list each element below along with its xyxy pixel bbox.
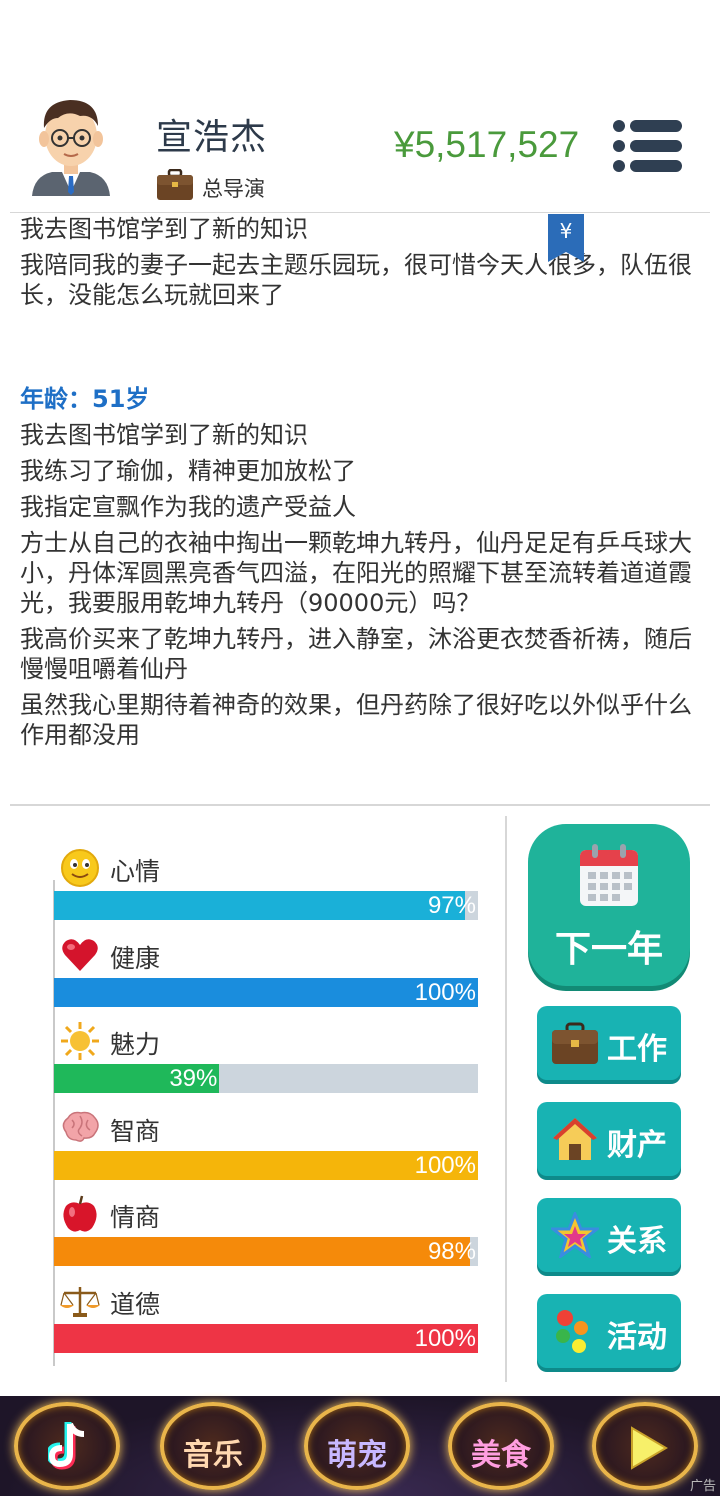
ad-tag: 广告 xyxy=(689,1479,716,1494)
stat-health: 健康 100% xyxy=(54,929,478,1016)
stat-bar-fill xyxy=(54,1237,470,1266)
ad-pets-label: 萌宠 xyxy=(327,1438,387,1473)
next-year-label: 下一年 xyxy=(554,929,663,970)
house-icon xyxy=(553,1118,597,1160)
bookmark-symbol: ¥ xyxy=(560,219,573,243)
stat-mood: 心情 97% xyxy=(54,842,478,929)
panel-divider xyxy=(505,816,507,1382)
stat-label: 魅力 xyxy=(110,1030,161,1059)
brain-icon xyxy=(62,1111,99,1142)
relations-button[interactable]: 关系 xyxy=(537,1198,681,1272)
stat-bar: 100% xyxy=(54,977,478,1007)
log-entry: 我指定宣飘作为我的遗产受益人 xyxy=(20,493,356,521)
stat-percent: 39% xyxy=(169,1065,218,1092)
heart-icon xyxy=(62,938,98,971)
stat-percent: 98% xyxy=(427,1238,476,1265)
play-icon xyxy=(631,1426,668,1470)
stat-bar: 100% xyxy=(54,1150,478,1180)
ad-tiktok-button[interactable] xyxy=(14,1402,120,1490)
job-title: 总导演 xyxy=(202,177,265,201)
stat-morality: 道德 100% xyxy=(54,1275,478,1362)
calendar-icon xyxy=(580,844,638,906)
stat-bar-fill: 39% xyxy=(54,1064,220,1093)
log-divider xyxy=(10,804,710,806)
stat-percent: 97% xyxy=(427,892,476,919)
property-button[interactable]: 财产 xyxy=(537,1102,681,1176)
stat-percent: 100% xyxy=(414,978,476,1006)
stat-label: 心情 xyxy=(110,857,161,886)
stat-percent: 100% xyxy=(414,1151,476,1179)
sun-icon xyxy=(61,1022,99,1060)
star-icon xyxy=(551,1212,599,1258)
work-button[interactable]: 工作 xyxy=(537,1006,681,1080)
briefcase-icon xyxy=(552,1022,598,1064)
stat-percent: 100% xyxy=(414,1324,476,1352)
profile-header: 宣浩杰 总导演 ¥5,517,527 xyxy=(0,0,720,212)
activity-dots-icon xyxy=(556,1310,588,1353)
player-name: 宣浩杰 xyxy=(156,117,268,158)
stat-eq: 情商 98% xyxy=(54,1188,478,1275)
log-entry: 我陪同我的妻子一起去主题乐园玩，很可惜今天人很多，队伍很长，没能怎么玩就回来了 xyxy=(20,251,692,309)
money-balance: ¥5,517,527 xyxy=(394,124,580,165)
next-year-button[interactable]: 下一年 xyxy=(528,824,690,986)
stats-panel: 心情 97% 健康 100% 魅力 39% 智商 100% 情商 98% 道德 … xyxy=(54,842,478,1361)
relations-label: 关系 xyxy=(607,1224,667,1259)
log-entry: 我去图书馆学到了新的知识 xyxy=(20,421,308,449)
smiley-face-icon xyxy=(61,849,99,887)
log-entry: 方士从自己的衣袖中掏出一颗乾坤九转丹，仙丹足足有乒乓球大小，丹体浑圆黑亮香气四溢… xyxy=(20,529,692,617)
tiktok-icon xyxy=(48,1422,85,1470)
ad-music-button[interactable]: 音乐 xyxy=(160,1402,266,1490)
property-label: 财产 xyxy=(607,1128,667,1163)
stat-bar: 39% xyxy=(54,1064,478,1093)
stat-label: 智商 xyxy=(110,1116,161,1146)
scales-icon xyxy=(60,1286,100,1317)
work-label: 工作 xyxy=(607,1032,667,1067)
log-entry: 虽然我心里期待着神奇的效果，但丹药除了很好吃以外似乎什么作用都没用 xyxy=(20,691,692,749)
menu-icon[interactable] xyxy=(612,118,684,174)
stat-label: 道德 xyxy=(110,1289,161,1319)
yen-bookmark-icon[interactable]: ¥ xyxy=(548,214,584,262)
log-entry: 我高价买来了乾坤九转丹，进入静室，沐浴更衣焚香祈祷，随后慢慢咀嚼着仙丹 xyxy=(20,625,692,683)
ad-banner[interactable]: 音乐 萌宠 美食 广告 xyxy=(0,1396,720,1496)
stat-iq: 智商 100% xyxy=(54,1102,478,1189)
stat-bar: 98% xyxy=(54,1237,478,1266)
job-title-row: 总导演 xyxy=(156,168,265,202)
header-divider xyxy=(10,212,710,213)
ad-play-button[interactable] xyxy=(592,1402,698,1490)
stat-charm: 魅力 39% xyxy=(54,1015,478,1102)
activities-label: 活动 xyxy=(607,1320,667,1355)
avatar[interactable] xyxy=(28,92,114,196)
stat-bar: 97% xyxy=(54,891,478,920)
log-entry: 我练习了瑜伽，精神更加放松了 xyxy=(20,457,356,485)
ad-music-label: 音乐 xyxy=(183,1438,243,1473)
ad-pets-button[interactable]: 萌宠 xyxy=(304,1402,410,1490)
stat-bar: 100% xyxy=(54,1323,478,1353)
event-log[interactable]: 我去图书馆学到了新的知识 我陪同我的妻子一起去主题乐园玩，很可惜今天人很多，队伍… xyxy=(20,214,700,800)
stat-bar-fill xyxy=(54,891,466,920)
age-label: 年龄：51岁 xyxy=(20,385,150,413)
ad-food-button[interactable]: 美食 xyxy=(448,1402,554,1490)
ad-food-label: 美食 xyxy=(471,1438,531,1473)
activities-button[interactable]: 活动 xyxy=(537,1294,681,1368)
log-entry: 我去图书馆学到了新的知识 xyxy=(20,215,308,243)
apple-icon xyxy=(63,1195,97,1232)
briefcase-icon xyxy=(157,169,193,200)
stat-label: 情商 xyxy=(110,1203,161,1232)
stat-label: 健康 xyxy=(110,943,161,973)
